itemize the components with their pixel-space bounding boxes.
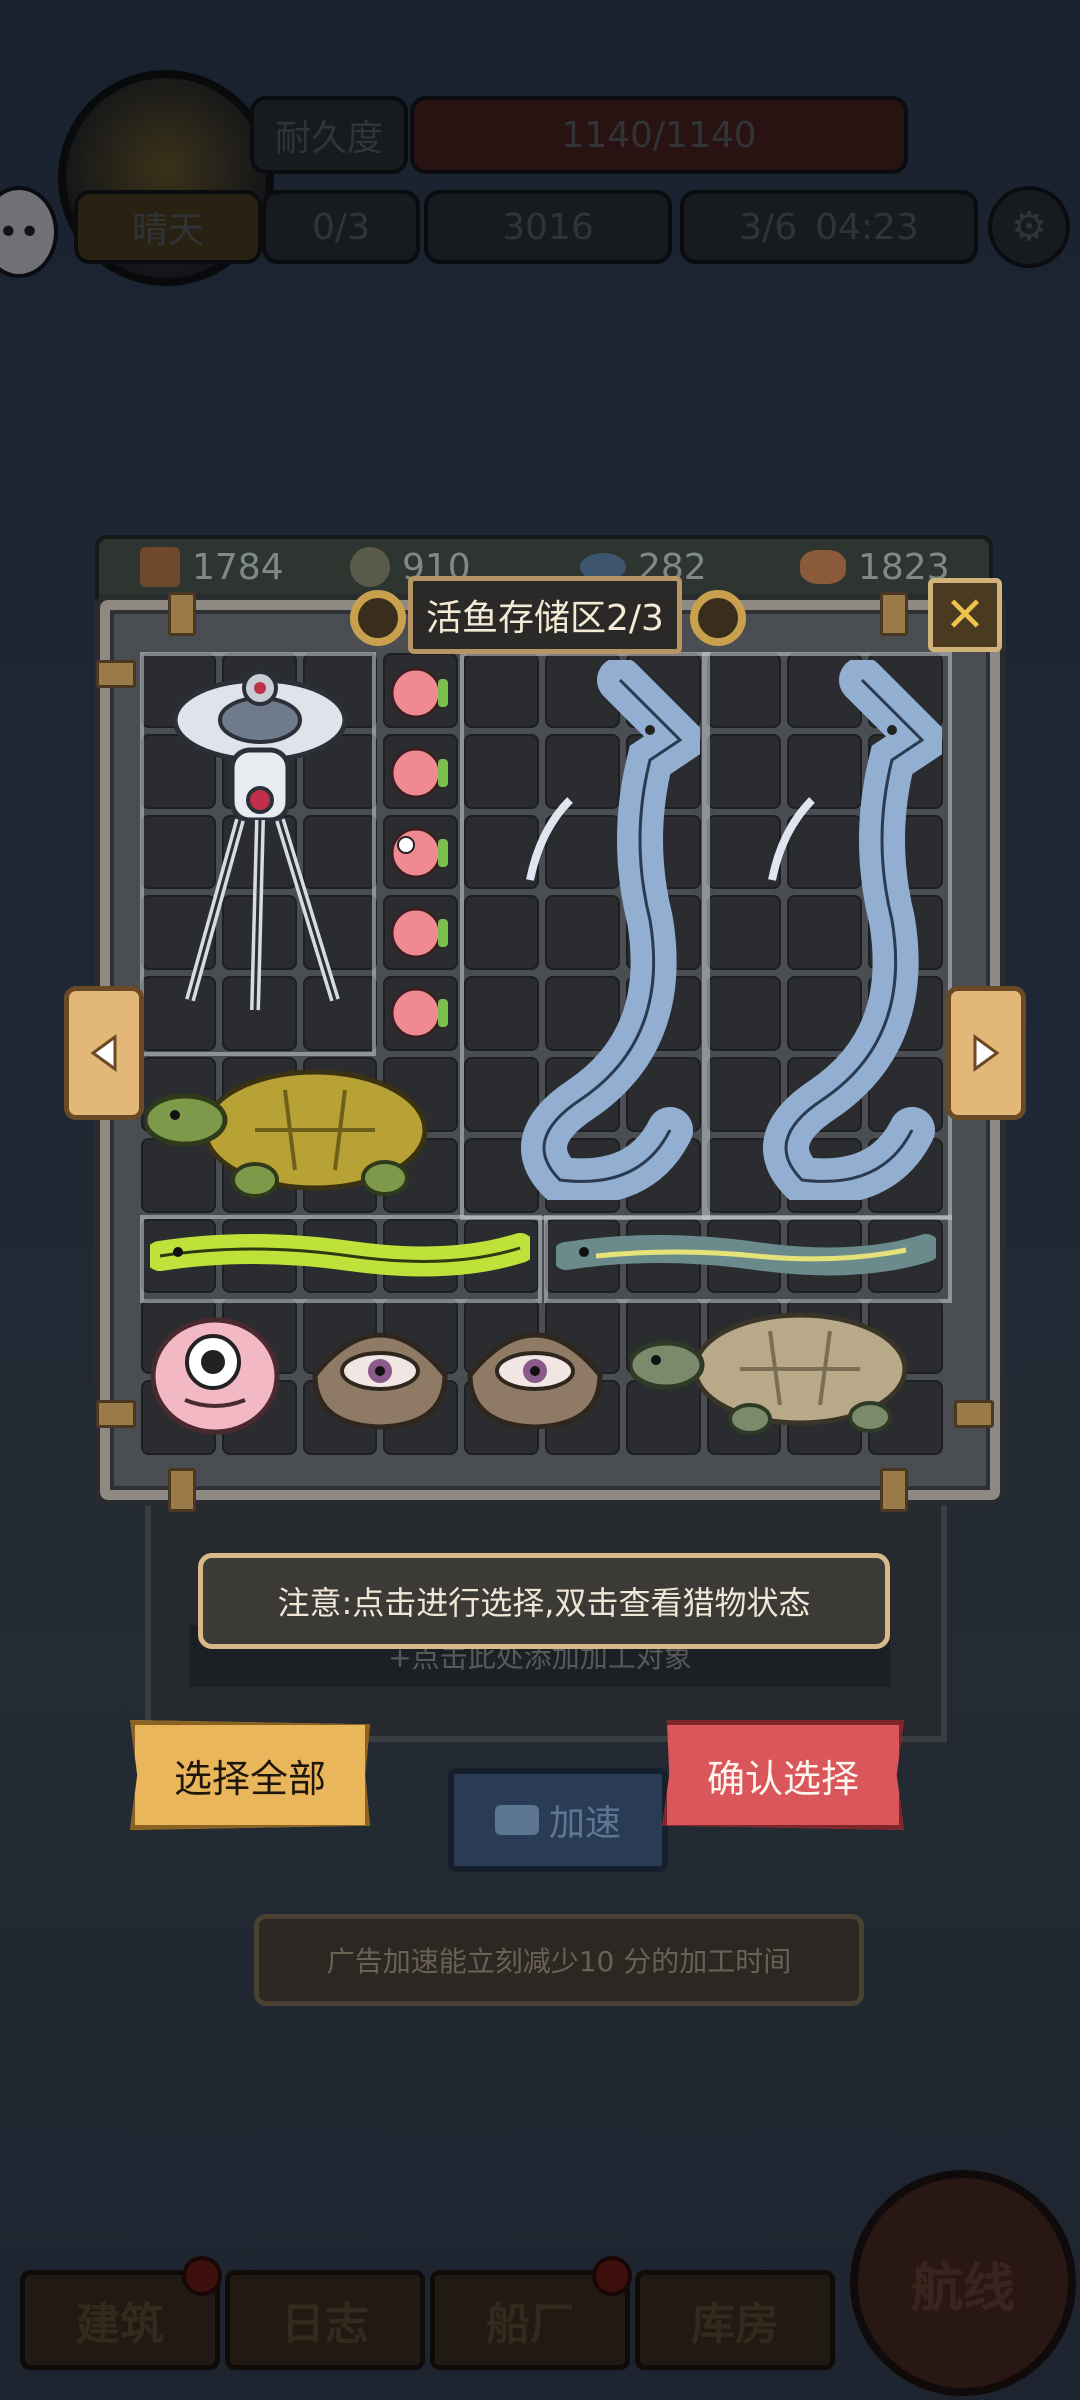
panel-bolt bbox=[168, 1468, 196, 1512]
dialog-title: 活鱼存储区2/3 bbox=[408, 576, 682, 654]
blue-sea-serpent[interactable] bbox=[500, 660, 700, 1200]
confirm-selection-button[interactable]: 确认选择 bbox=[662, 1720, 904, 1830]
rope-ring-right bbox=[690, 590, 746, 646]
nav-warehouse[interactable]: 库房 bbox=[635, 2270, 835, 2370]
yellow-turtle[interactable] bbox=[145, 1060, 455, 1210]
green-electric-eel[interactable] bbox=[150, 1222, 530, 1288]
notice-banner: 注意:点击进行选择,双击查看猎物状态 bbox=[198, 1553, 890, 1649]
next-page-button[interactable] bbox=[946, 986, 1026, 1120]
select-all-button[interactable]: 选择全部 bbox=[130, 1720, 370, 1830]
close-button[interactable]: ✕ bbox=[928, 578, 1002, 652]
robot-tripod-creature[interactable] bbox=[160, 660, 360, 1020]
panel-bolt bbox=[168, 592, 196, 636]
coin-counter: 3016 bbox=[424, 190, 672, 264]
close-icon: ✕ bbox=[944, 587, 986, 643]
meat-icon bbox=[800, 550, 846, 584]
panel-bolt bbox=[880, 1468, 908, 1512]
rope-ring-left bbox=[350, 590, 406, 646]
speed-up-button[interactable]: 加速 bbox=[448, 1768, 668, 1872]
arrow-left-icon bbox=[90, 1034, 117, 1072]
durability-bar: 1140/1140 bbox=[410, 96, 908, 174]
panel-bolt bbox=[880, 592, 908, 636]
wood-icon bbox=[140, 547, 180, 587]
settings-gear-icon[interactable]: ⚙ bbox=[988, 186, 1070, 268]
ad-speedup-tip: 广告加速能立刻减少10 分的加工时间 bbox=[254, 1914, 864, 2006]
nav-log[interactable]: 日志 bbox=[225, 2270, 425, 2370]
grey-turtle[interactable] bbox=[630, 1305, 930, 1445]
blue-electric-eel[interactable] bbox=[556, 1222, 936, 1288]
wood-value: 1784 bbox=[192, 546, 284, 588]
panel-bolt bbox=[96, 660, 136, 688]
pink-puffer-fish-stack[interactable] bbox=[378, 655, 456, 1059]
eye-shell-clam[interactable] bbox=[305, 1305, 455, 1435]
weather-label: 晴天 bbox=[74, 190, 262, 264]
arrow-right-icon bbox=[973, 1034, 1000, 1072]
speed-up-label: 加速 bbox=[548, 1803, 621, 1844]
energy-timer: 04:23 bbox=[815, 206, 919, 248]
panel-bolt bbox=[954, 1400, 994, 1428]
panel-bolt bbox=[96, 1400, 136, 1428]
energy-counter: 3/6 04:23 bbox=[680, 190, 978, 264]
prev-page-button[interactable] bbox=[64, 986, 144, 1120]
notification-dot bbox=[182, 2256, 222, 2296]
pink-eyeball-blob[interactable] bbox=[145, 1300, 285, 1440]
hammer-counter: 0/3 bbox=[262, 190, 420, 264]
video-camera-icon bbox=[494, 1805, 539, 1835]
energy-value: 3/6 bbox=[739, 206, 798, 248]
durability-label: 耐久度 bbox=[250, 96, 408, 174]
notification-dot bbox=[592, 2256, 632, 2296]
eye-shell-clam[interactable] bbox=[460, 1305, 610, 1435]
route-button[interactable]: 航线 bbox=[850, 2170, 1076, 2396]
blue-sea-serpent[interactable] bbox=[742, 660, 942, 1200]
resource-wood: 1784 bbox=[140, 535, 284, 599]
crew-icon bbox=[350, 547, 390, 587]
